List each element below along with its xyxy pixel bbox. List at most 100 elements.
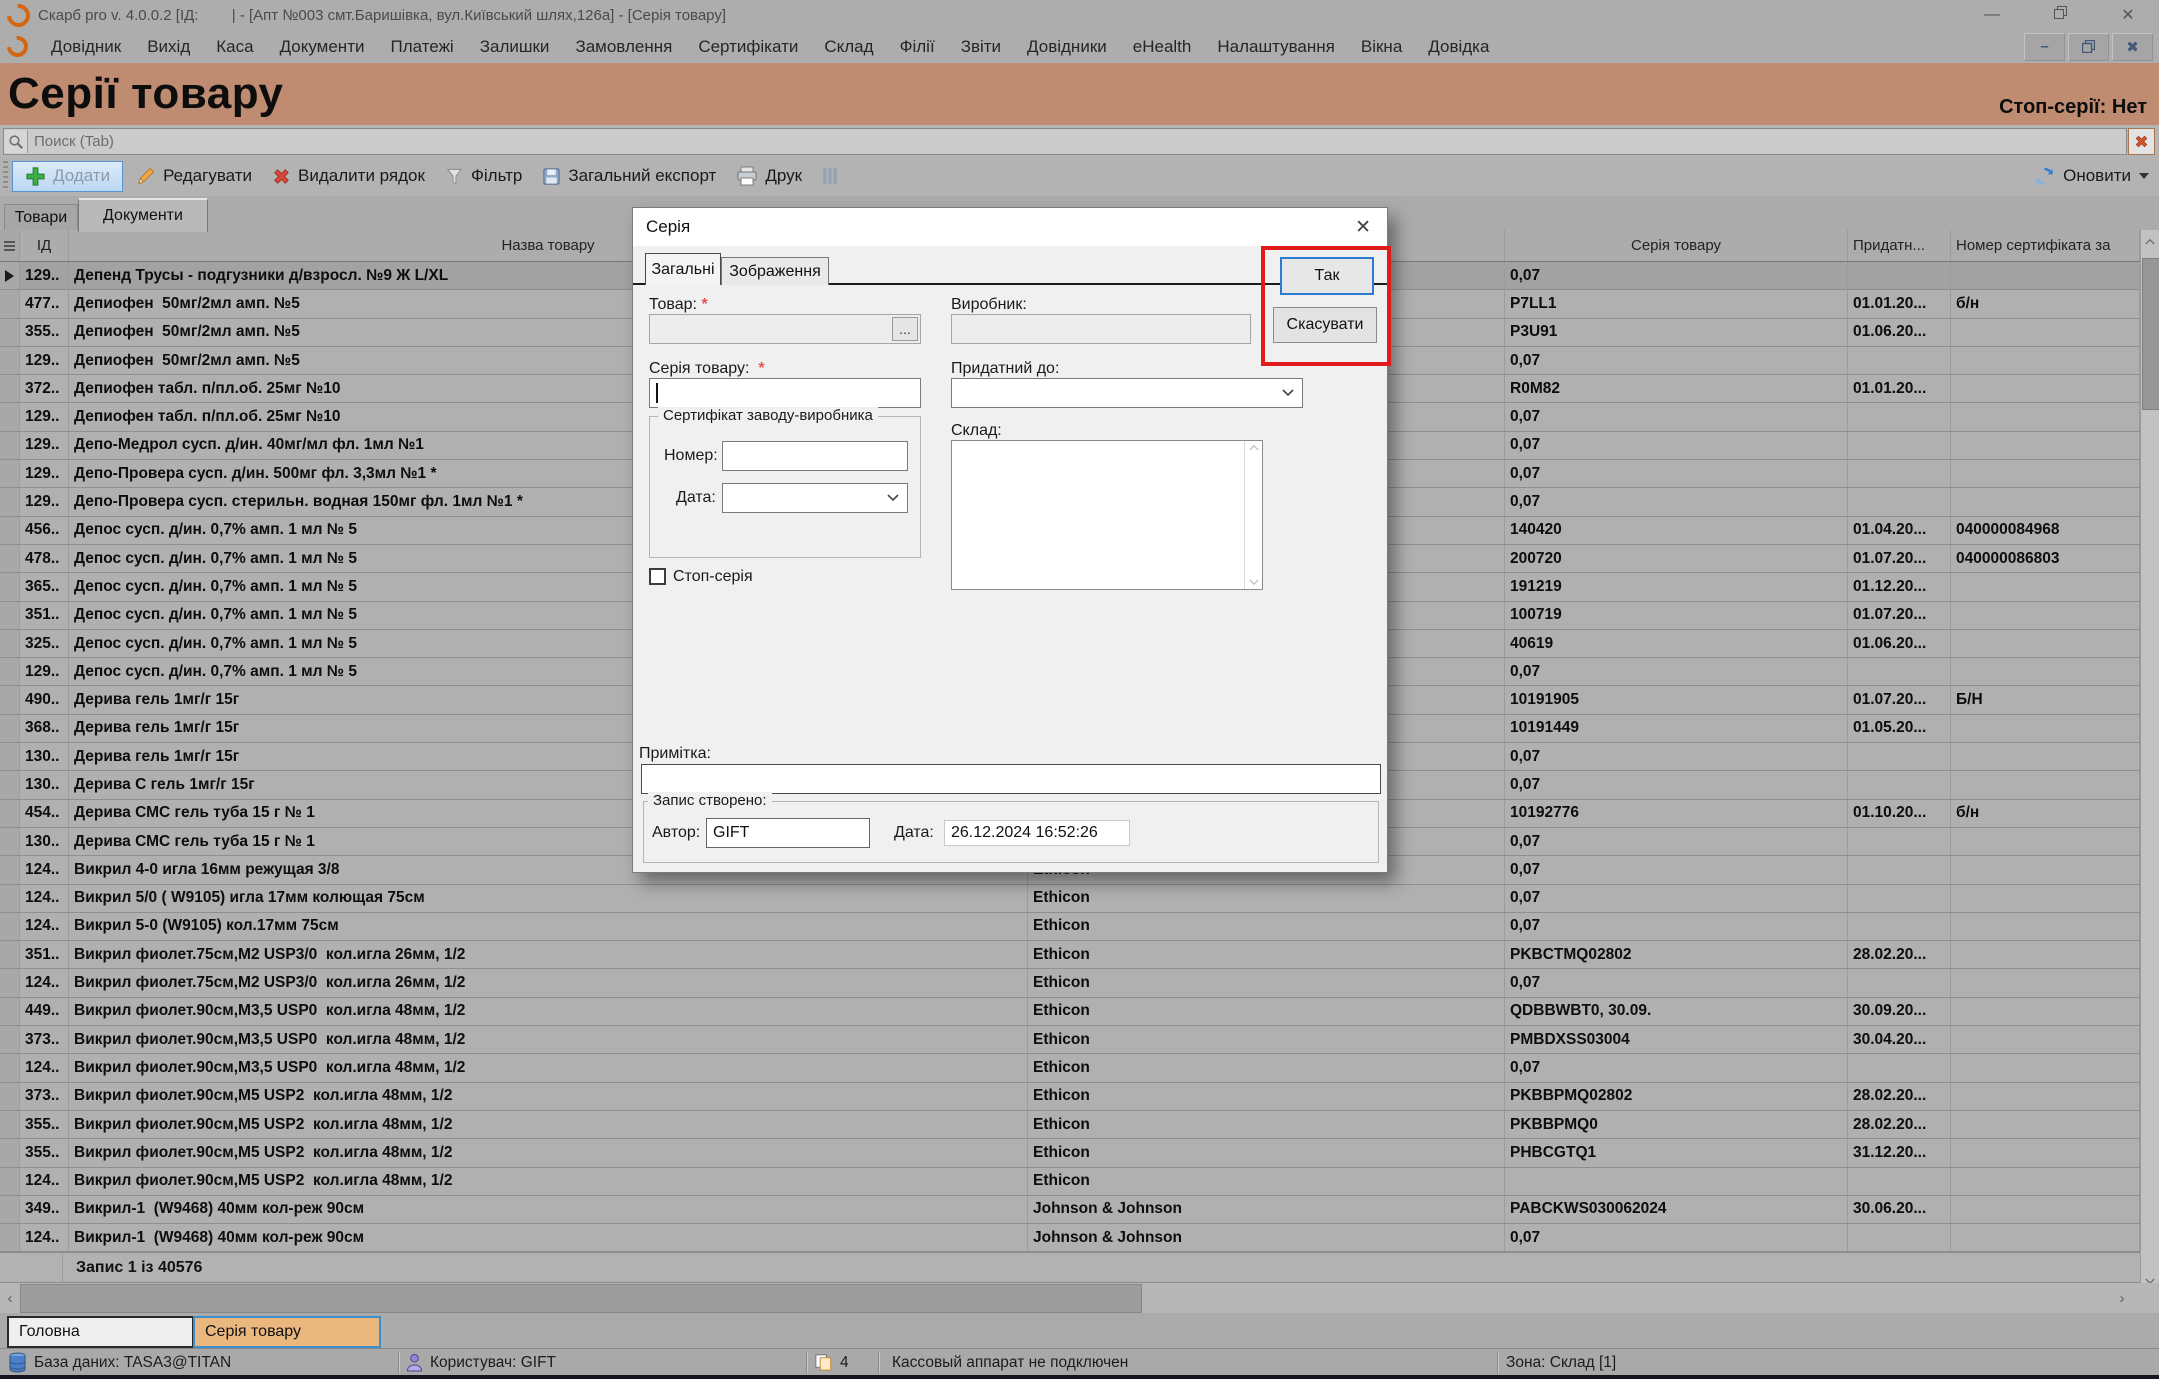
textarea-scrollbar[interactable] — [1244, 441, 1262, 589]
menu-item-Сертифікати[interactable]: Сертифікати — [685, 30, 811, 63]
table-row[interactable]: 355..Викрил фиолет.90см,М5 USP2 кол.игла… — [0, 1139, 2140, 1167]
table-row[interactable]: 449..Викрил фиолет.90см,М3,5 USP0 кол.иг… — [0, 998, 2140, 1026]
search-input[interactable] — [28, 133, 2126, 150]
stop-series-status: Стоп-серії: Нет — [1999, 96, 2147, 119]
close-icon[interactable]: ✕ — [2115, 5, 2141, 25]
row-indicator — [0, 800, 20, 827]
add-button[interactable]: Додати — [12, 161, 123, 192]
grid-corner-icon[interactable] — [0, 230, 20, 261]
series-field[interactable] — [649, 378, 921, 408]
dialog-tab-image[interactable]: Зображення — [721, 257, 829, 285]
menu-item-eHealth[interactable]: eHealth — [1120, 30, 1205, 63]
valid-until-combobox[interactable] — [951, 378, 1303, 408]
table-row[interactable]: 124..Викрил 5-0 (W9105) кол.17мм 75смEth… — [0, 913, 2140, 941]
table-row[interactable]: 124..Викрил 5/0 ( W9105) игла 17мм колющ… — [0, 885, 2140, 913]
tab-dokumenty[interactable]: Документи — [78, 198, 208, 232]
cell-cert — [1951, 941, 2140, 968]
tab-seriya-tovaru[interactable]: Серія товару — [193, 1316, 381, 1348]
horizontal-scroll-thumb[interactable] — [20, 1284, 1142, 1313]
cell-id: 325.. — [20, 630, 69, 657]
table-row[interactable]: 124..Викрил-1 (W9468) 40мм кол-реж 90смJ… — [0, 1224, 2140, 1252]
table-row[interactable]: 351..Викрил фиолет.75см,М2 USP3/0 кол.иг… — [0, 941, 2140, 969]
note-field[interactable] — [641, 764, 1381, 794]
cell-cert — [1951, 403, 2140, 430]
menu-item-Довідник[interactable]: Довідник — [38, 30, 134, 63]
table-row[interactable]: 373..Викрил фиолет.90см,М3,5 USP0 кол.иг… — [0, 1026, 2140, 1054]
delete-row-button[interactable]: Видалити рядок — [264, 162, 433, 190]
product-browse-button[interactable]: ... — [892, 317, 918, 341]
mdi-restore-icon[interactable] — [2068, 33, 2109, 61]
minimize-icon[interactable]: — — [1979, 6, 2005, 24]
restore-icon[interactable] — [2047, 6, 2073, 24]
pages-status: 4 — [814, 1349, 849, 1376]
export-button[interactable]: Загальний експорт — [534, 162, 724, 190]
table-row[interactable]: 124..Викрил фиолет.90см,М5 USP2 кол.игла… — [0, 1168, 2140, 1196]
dialog-close-icon[interactable]: ✕ — [1355, 216, 1371, 239]
mdi-minimize-icon[interactable]: – — [2024, 33, 2065, 61]
column-header-series[interactable]: Серія товару — [1505, 230, 1848, 261]
column-header-valid[interactable]: Придатн... — [1848, 230, 1951, 261]
table-row[interactable]: 373..Викрил фиолет.90см,М5 USP2 кол.игла… — [0, 1083, 2140, 1111]
cell-manufacturer: Ethicon — [1028, 1083, 1505, 1110]
cell-series: 10192776 — [1505, 800, 1848, 827]
cert-number-field[interactable] — [722, 441, 908, 471]
chevron-down-icon[interactable] — [887, 489, 899, 507]
menu-item-Каса[interactable]: Каса — [203, 30, 266, 63]
horizontal-scrollbar[interactable]: ‹ › — [0, 1283, 2159, 1313]
menu-item-Довідка[interactable]: Довідка — [1415, 30, 1502, 63]
scroll-left-icon[interactable]: ‹ — [0, 1283, 20, 1313]
record-count: Запис 1 із 40576 — [76, 1259, 202, 1277]
vertical-scroll-thumb[interactable] — [2142, 258, 2159, 410]
columns-button[interactable] — [814, 163, 846, 189]
table-row[interactable]: 124..Викрил фиолет.90см,М3,5 USP0 кол.иг… — [0, 1054, 2140, 1082]
dialog-tabs: Зображення Загальні — [633, 252, 1387, 285]
tab-tovary[interactable]: Товари — [4, 204, 78, 231]
table-row[interactable]: 355..Викрил фиолет.90см,М5 USP2 кол.игла… — [0, 1111, 2140, 1139]
cancel-button[interactable]: Скасувати — [1273, 307, 1377, 343]
stop-series-checkbox[interactable] — [649, 568, 666, 585]
cell-valid — [1848, 1168, 1951, 1195]
menu-item-Склад[interactable]: Склад — [811, 30, 886, 63]
manufacturer-field[interactable] — [951, 314, 1251, 344]
dialog-tab-general[interactable]: Загальні — [645, 253, 721, 285]
column-header-cert[interactable]: Номер сертифіката за — [1951, 230, 2140, 261]
clear-search-icon[interactable] — [2128, 128, 2155, 155]
refresh-button[interactable]: Оновити — [2034, 166, 2159, 187]
tab-holovna[interactable]: Головна — [7, 1316, 194, 1348]
filter-button[interactable]: Фільтр — [437, 162, 530, 190]
table-row[interactable]: 349..Викрил-1 (W9468) 40мм кол-реж 90смJ… — [0, 1196, 2140, 1224]
menu-item-Вихід[interactable]: Вихід — [134, 30, 203, 63]
cert-date-combobox[interactable] — [722, 483, 908, 513]
refresh-dropdown-icon[interactable] — [2139, 173, 2149, 179]
toolbar-grip[interactable] — [3, 161, 8, 191]
scroll-right-icon[interactable]: › — [2112, 1283, 2132, 1313]
chevron-down-icon[interactable] — [1282, 384, 1294, 402]
warehouse-textarea[interactable] — [951, 440, 1263, 590]
pages-icon — [814, 1353, 833, 1372]
product-field[interactable]: ... — [649, 314, 921, 344]
cell-cert — [1951, 460, 2140, 487]
menu-item-Платежі[interactable]: Платежі — [377, 30, 466, 63]
menu-item-Налаштування[interactable]: Налаштування — [1204, 30, 1348, 63]
menu-item-Довідники[interactable]: Довідники — [1014, 30, 1120, 63]
column-header-id[interactable]: ІД — [20, 230, 69, 261]
menu-item-Замовлення[interactable]: Замовлення — [562, 30, 685, 63]
cell-series: R0M82 — [1505, 375, 1848, 402]
print-button[interactable]: Друк — [728, 162, 810, 190]
ok-button[interactable]: Так — [1280, 257, 1374, 295]
cell-id: 368.. — [20, 715, 69, 742]
search-icon[interactable] — [4, 130, 28, 153]
menu-item-Залишки[interactable]: Залишки — [467, 30, 563, 63]
menu-item-Документи[interactable]: Документи — [267, 30, 378, 63]
menu-item-Звіти[interactable]: Звіти — [948, 30, 1014, 63]
menu-item-Вікна[interactable]: Вікна — [1348, 30, 1415, 63]
edit-button[interactable]: Редагувати — [127, 162, 260, 191]
menu-item-Філії[interactable]: Філії — [887, 30, 948, 63]
mdi-close-icon[interactable]: ✖ — [2112, 33, 2153, 61]
scroll-up-icon[interactable] — [2141, 231, 2159, 251]
vertical-scrollbar[interactable] — [2140, 230, 2159, 1292]
row-indicator — [0, 941, 20, 968]
author-field[interactable]: GIFT — [706, 818, 870, 848]
created-date-field[interactable]: 26.12.2024 16:52:26 — [944, 820, 1130, 846]
table-row[interactable]: 124..Викрил фиолет.75см,М2 USP3/0 кол.иг… — [0, 969, 2140, 997]
